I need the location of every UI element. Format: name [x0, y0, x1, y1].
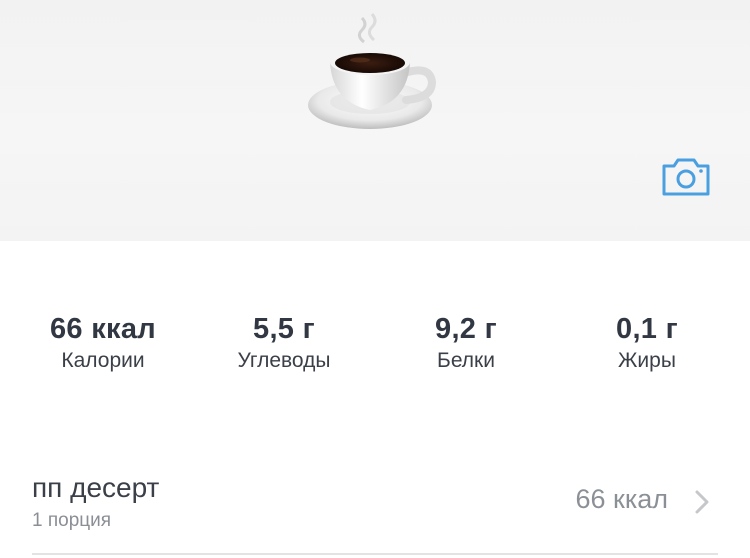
camera-button[interactable]	[660, 154, 712, 198]
protein-value: 9,2 г	[435, 313, 497, 345]
fat-stat: 0,1 г Жиры	[552, 311, 742, 375]
row-divider	[32, 553, 718, 555]
calories-value: 66 ккал	[50, 313, 156, 345]
calories-label: Калории	[61, 349, 145, 372]
carbs-value: 5,5 г	[253, 313, 315, 345]
fat-value: 0,1 г	[616, 313, 678, 345]
food-entry-row[interactable]: пп десерт 1 порция 66 ккал	[0, 462, 750, 556]
food-photo-header	[0, 0, 750, 241]
carbs-stat: 5,5 г Углеводы	[189, 311, 379, 375]
protein-label: Белки	[437, 349, 495, 372]
camera-icon	[662, 158, 710, 196]
nutrition-summary: 66 ккал Калории 5,5 г Углеводы 9,2 г Бел…	[0, 241, 750, 441]
food-name: пп десерт	[32, 472, 160, 503]
food-calories: 66 ккал	[575, 484, 668, 514]
fat-label: Жиры	[618, 349, 676, 372]
protein-stat: 9,2 г Белки	[371, 311, 561, 375]
coffee-cup-image	[300, 10, 445, 135]
food-portion: 1 порция	[32, 510, 112, 531]
chevron-right-icon	[695, 490, 709, 514]
carbs-label: Углеводы	[237, 349, 331, 372]
calories-stat: 66 ккал Калории	[8, 311, 198, 375]
